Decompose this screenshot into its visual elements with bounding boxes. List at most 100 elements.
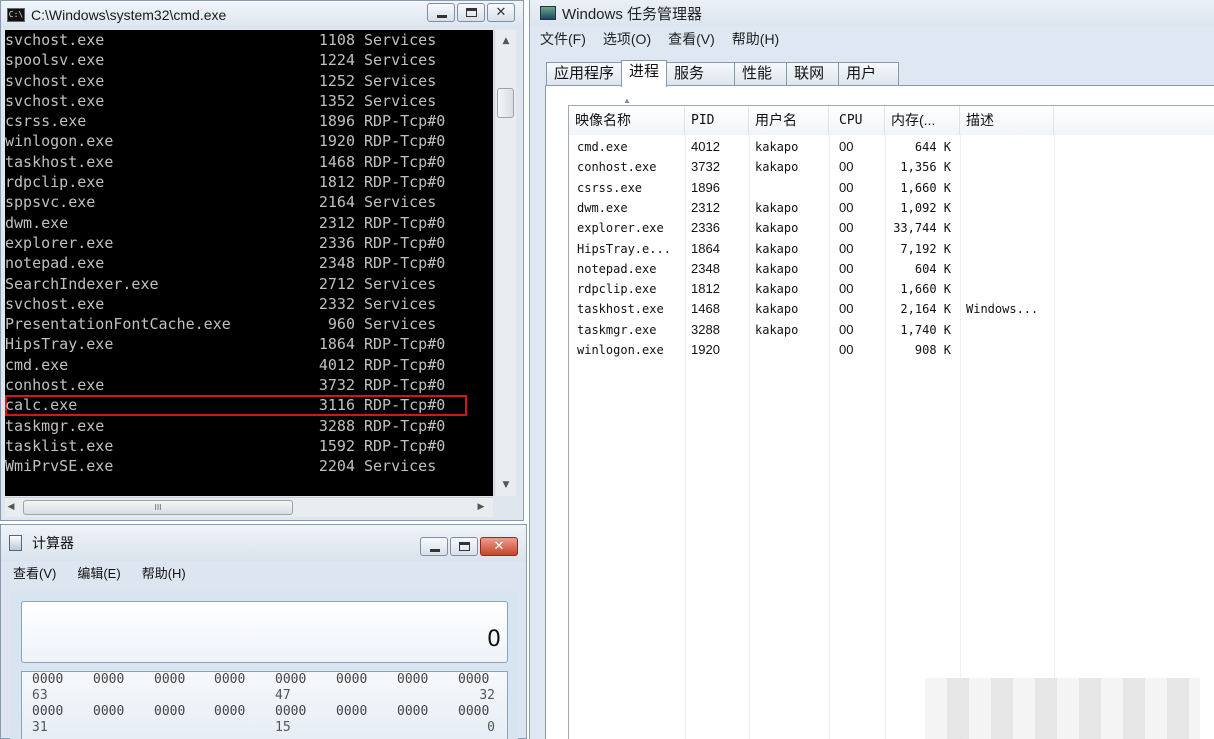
process-row[interactable]: cmd.exe 4012 kakapo 00 644 K bbox=[569, 137, 1214, 157]
tab-users[interactable]: 用户 bbox=[838, 62, 900, 86]
process-row[interactable]: notepad.exe 2348 kakapo 00 604 K bbox=[569, 259, 1214, 279]
process-row[interactable]: taskhost.exe 1468 kakapo 00 2,164 K Windows..… bbox=[569, 299, 1214, 319]
process-name: winlogon.exe bbox=[5, 132, 114, 151]
console-row: sppsvc.exe 2164 Services bbox=[5, 192, 493, 212]
task-manager-menubar: 文件(F) 选项(O) 查看(V) 帮助(H) bbox=[530, 28, 786, 50]
process-row[interactable]: winlogon.exe 1920 00 908 K bbox=[569, 340, 1214, 360]
binary-nibble: 0000 bbox=[32, 672, 64, 687]
process-pid: 1468 bbox=[318, 152, 355, 171]
tab-performance[interactable]: 性能 bbox=[734, 62, 788, 86]
process-list[interactable]: ▲ 映像名称 PID 用户名 CPU 内存(... 描述 cmd.exe 4012… bbox=[568, 96, 1214, 739]
menu-edit[interactable]: 编辑(E) bbox=[65, 563, 129, 582]
image-name-cell: notepad.exe bbox=[577, 261, 657, 276]
menu-file[interactable]: 文件(F) bbox=[530, 29, 593, 49]
tab-processes[interactable]: 进程 bbox=[621, 60, 668, 87]
binary-group-row: 0000 0000 0000 0000 0000 0000 0000 0000 bbox=[22, 704, 507, 720]
session-name: RDP-Tcp#0 bbox=[364, 416, 446, 435]
scroll-up-icon[interactable]: ▲ bbox=[495, 32, 517, 50]
tab-networking[interactable]: 联网 bbox=[786, 62, 840, 86]
bit-index-label: 31 bbox=[32, 720, 48, 735]
close-button[interactable]: ✕ bbox=[480, 537, 518, 556]
console-row: tasklist.exe 1592 RDP-Tcp#0 bbox=[5, 436, 493, 456]
close-button[interactable]: ✕ bbox=[487, 3, 515, 22]
minimize-button[interactable] bbox=[420, 537, 448, 556]
console-row: svchost.exe 1252 Services bbox=[5, 71, 493, 91]
column-memory[interactable]: 内存(... bbox=[885, 106, 960, 135]
scroll-right-icon[interactable]: ▶ bbox=[473, 498, 489, 516]
process-row[interactable]: taskmgr.exe 3288 kakapo 00 1,740 K bbox=[569, 320, 1214, 340]
binary-nibble: 0000 bbox=[93, 672, 125, 687]
session-name: Services bbox=[364, 457, 437, 476]
session-name: Services bbox=[364, 51, 437, 70]
process-row[interactable]: HipsTray.e... 1864 kakapo 00 7,192 K bbox=[569, 239, 1214, 259]
console-row: svchost.exe 1108 Services bbox=[5, 30, 493, 50]
maximize-icon bbox=[459, 542, 470, 551]
binary-nibble: 0000 bbox=[458, 672, 490, 687]
cpu-cell: 00 bbox=[839, 301, 854, 317]
tab-services[interactable]: 服务 bbox=[666, 62, 736, 86]
process-row[interactable]: dwm.exe 2312 kakapo 00 1,092 K bbox=[569, 198, 1214, 218]
binary-nibble: 0000 bbox=[32, 704, 64, 719]
session-name: Services bbox=[364, 91, 437, 110]
tab-applications[interactable]: 应用程序 bbox=[546, 62, 623, 86]
process-pid: 3116 bbox=[318, 396, 355, 415]
process-pid: 2336 bbox=[318, 233, 355, 252]
cpu-cell: 00 bbox=[839, 321, 854, 337]
console-row: svchost.exe 2332 Services bbox=[5, 294, 493, 314]
process-name: csrss.exe bbox=[5, 112, 87, 131]
vertical-scroll-thumb[interactable] bbox=[497, 88, 514, 118]
process-row[interactable]: explorer.exe 2336 kakapo 00 33,744 K bbox=[569, 218, 1214, 238]
maximize-button[interactable] bbox=[457, 3, 485, 22]
image-name-cell: winlogon.exe bbox=[577, 343, 664, 357]
horizontal-scroll-thumb[interactable]: III bbox=[23, 500, 293, 515]
menu-options[interactable]: 选项(O) bbox=[593, 29, 658, 49]
column-image-name[interactable]: ▲ 映像名称 bbox=[569, 96, 685, 135]
console-row: PresentationFontCache.exe 960 Services bbox=[5, 314, 493, 334]
column-user-name[interactable]: 用户名 bbox=[749, 106, 829, 135]
cmd-titlebar[interactable]: C:\ C:\Windows\system32\cmd.exe ✕ bbox=[1, 1, 523, 28]
scroll-left-icon[interactable]: ◀ bbox=[3, 498, 19, 516]
calculator-window-controls: ✕ bbox=[420, 537, 518, 556]
sort-ascending-icon: ▲ bbox=[623, 96, 631, 105]
process-row[interactable]: conhost.exe 3732 kakapo 00 1,356 K bbox=[569, 157, 1214, 177]
process-name: PresentationFontCache.exe bbox=[5, 315, 231, 334]
image-name-cell: csrss.exe bbox=[577, 180, 643, 195]
binary-display: 0000 0000 0000 0000 0000 0000 0000 0000 63 47 32 00… bbox=[21, 671, 508, 739]
session-name: RDP-Tcp#0 bbox=[364, 436, 446, 455]
binary-nibble: 0000 bbox=[214, 672, 246, 687]
menu-help[interactable]: 帮助(H) bbox=[130, 563, 195, 582]
calculator-window: 计算器 ✕ 查看(V) 编辑(E) 帮助(H) 0 0000 0000 0000 00… bbox=[0, 524, 527, 739]
scroll-down-icon[interactable]: ▼ bbox=[495, 476, 517, 494]
calculator-body: 0 0000 0000 0000 0000 0000 0000 0000 0000 63 47 32… bbox=[10, 591, 518, 739]
user-name-cell: kakapo bbox=[755, 200, 799, 215]
minimize-button[interactable] bbox=[427, 3, 455, 22]
session-name: Services bbox=[364, 193, 437, 212]
pid-cell: 3732 bbox=[691, 159, 720, 175]
column-pid[interactable]: PID bbox=[685, 106, 749, 135]
column-cpu[interactable]: CPU bbox=[829, 106, 885, 135]
image-name-cell: dwm.exe bbox=[577, 200, 628, 215]
process-pid: 1108 bbox=[318, 31, 355, 49]
task-manager-titlebar[interactable]: Windows 任务管理器 bbox=[530, 0, 1214, 26]
pid-cell: 2348 bbox=[691, 260, 720, 276]
console-output[interactable]: svchost.exe 1108 Services spoolsv.exe 1224 Se… bbox=[5, 30, 493, 496]
menu-view[interactable]: 查看(V) bbox=[1, 563, 65, 582]
horizontal-scrollbar[interactable]: ◀ III ▶ bbox=[5, 497, 493, 517]
vertical-scrollbar[interactable]: ▲ ▼ bbox=[494, 30, 516, 496]
column-image-name-label: 映像名称 bbox=[575, 112, 631, 128]
process-name: calc.exe bbox=[5, 396, 78, 415]
calculator-titlebar[interactable]: 计算器 ✕ bbox=[1, 525, 526, 561]
column-description[interactable]: 描述 bbox=[960, 106, 1054, 135]
session-name: Services bbox=[364, 294, 437, 313]
pid-cell: 1864 bbox=[691, 240, 720, 256]
maximize-button[interactable] bbox=[450, 537, 478, 556]
process-row[interactable]: csrss.exe 1896 00 1,660 K bbox=[569, 178, 1214, 198]
menu-view[interactable]: 查看(V) bbox=[658, 29, 722, 49]
menu-help[interactable]: 帮助(H) bbox=[722, 29, 786, 49]
memory-cell: 1,740 K bbox=[900, 322, 951, 337]
minimize-icon bbox=[437, 15, 447, 18]
pid-cell: 4012 bbox=[691, 139, 720, 154]
process-row[interactable]: rdpclip.exe 1812 kakapo 00 1,660 K bbox=[569, 279, 1214, 299]
image-name-cell: HipsTray.e... bbox=[577, 241, 671, 256]
process-pid: 1812 bbox=[318, 173, 355, 192]
